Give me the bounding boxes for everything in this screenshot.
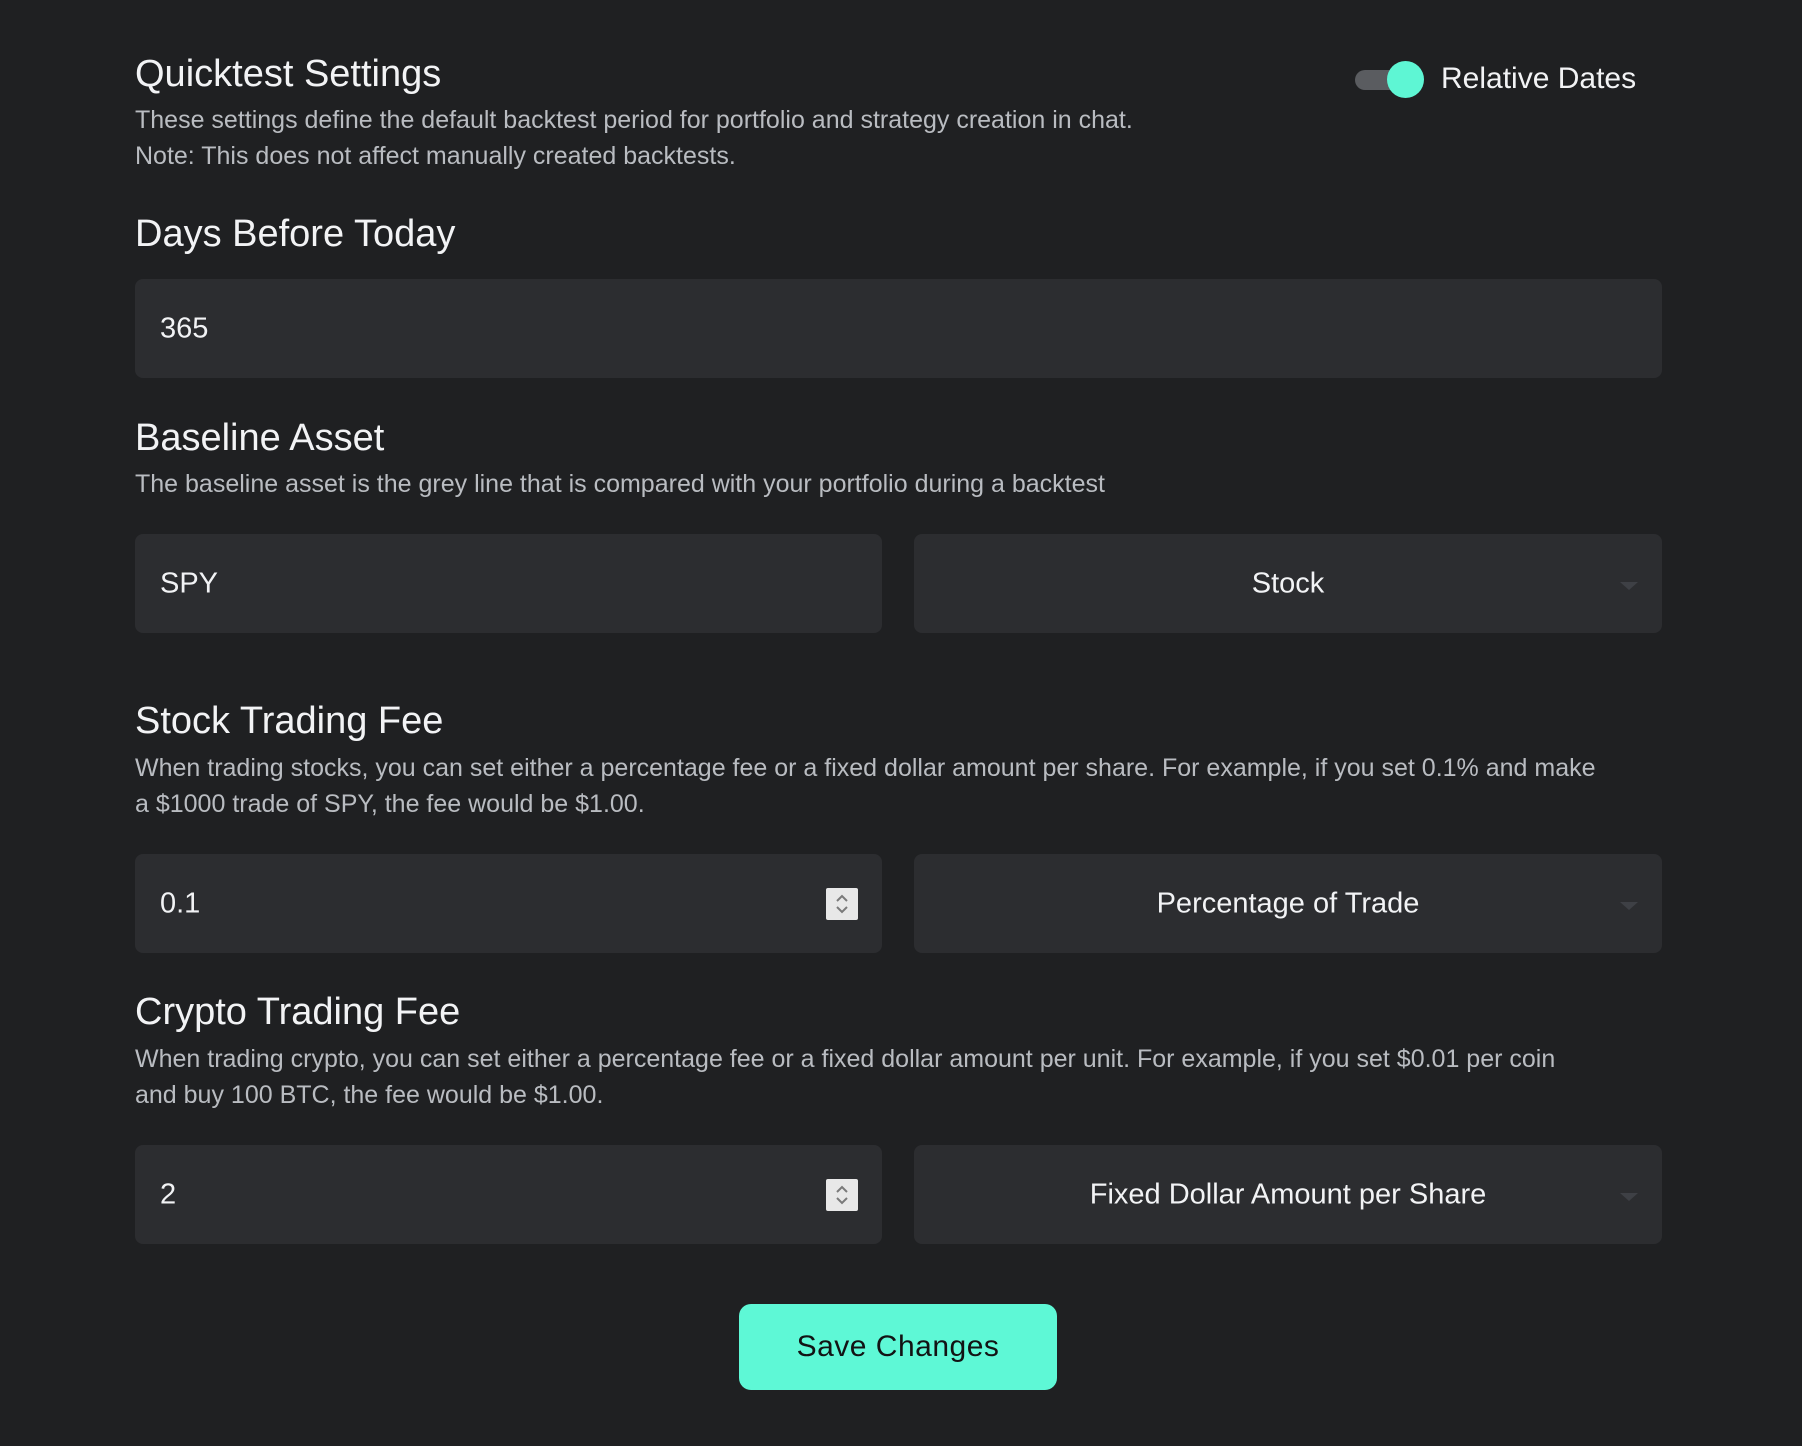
stock-fee-value: 0.1: [160, 887, 201, 919]
baseline-asset-description: The baseline asset is the grey line that…: [135, 470, 1105, 498]
stock-fee-mode-selected: Percentage of Trade: [1156, 887, 1420, 919]
toggle-knob: [1387, 61, 1424, 98]
stock-fee-description-line2: a $1000 trade of SPY, the fee would be $…: [135, 790, 645, 818]
chevron-down-icon: [1620, 1192, 1638, 1201]
number-stepper-icon[interactable]: [826, 1178, 858, 1211]
relative-dates-toggle[interactable]: [1355, 61, 1424, 98]
baseline-type-select[interactable]: Stock: [914, 534, 1662, 633]
stock-fee-input[interactable]: 0.1: [135, 854, 882, 953]
crypto-fee-title: Crypto Trading Fee: [135, 991, 461, 1033]
crypto-fee-value: 2: [160, 1178, 177, 1210]
chevron-down-icon: [1620, 901, 1638, 910]
crypto-fee-description-line2: and buy 100 BTC, the fee would be $1.00.: [135, 1081, 604, 1109]
number-stepper-icon[interactable]: [826, 887, 858, 920]
quicktest-description-line2: Note: This does not affect manually crea…: [135, 142, 736, 170]
stock-fee-mode-select[interactable]: Percentage of Trade: [914, 854, 1662, 953]
baseline-asset-title: Baseline Asset: [135, 417, 385, 459]
days-before-today-value: 365: [160, 312, 209, 344]
baseline-symbol-value: SPY: [160, 567, 219, 599]
days-before-today-title: Days Before Today: [135, 213, 456, 255]
quicktest-title: Quicktest Settings: [135, 53, 442, 95]
crypto-fee-mode-selected: Fixed Dollar Amount per Share: [1089, 1178, 1487, 1210]
crypto-fee-description-line1: When trading crypto, you can set either …: [135, 1045, 1556, 1073]
stock-fee-description-line1: When trading stocks, you can set either …: [135, 754, 1596, 782]
crypto-fee-input[interactable]: 2: [135, 1145, 882, 1244]
baseline-symbol-input[interactable]: SPY: [135, 534, 882, 633]
chevron-down-icon: [1620, 581, 1638, 590]
relative-dates-label: Relative Dates: [1441, 62, 1637, 95]
stock-fee-title: Stock Trading Fee: [135, 700, 444, 742]
baseline-type-selected: Stock: [1251, 567, 1325, 599]
quicktest-description-line1: These settings define the default backte…: [135, 106, 1133, 134]
crypto-fee-mode-select[interactable]: Fixed Dollar Amount per Share: [914, 1145, 1662, 1244]
save-changes-button[interactable]: Save Changes: [739, 1304, 1057, 1390]
days-before-today-input[interactable]: 365: [135, 279, 1662, 378]
